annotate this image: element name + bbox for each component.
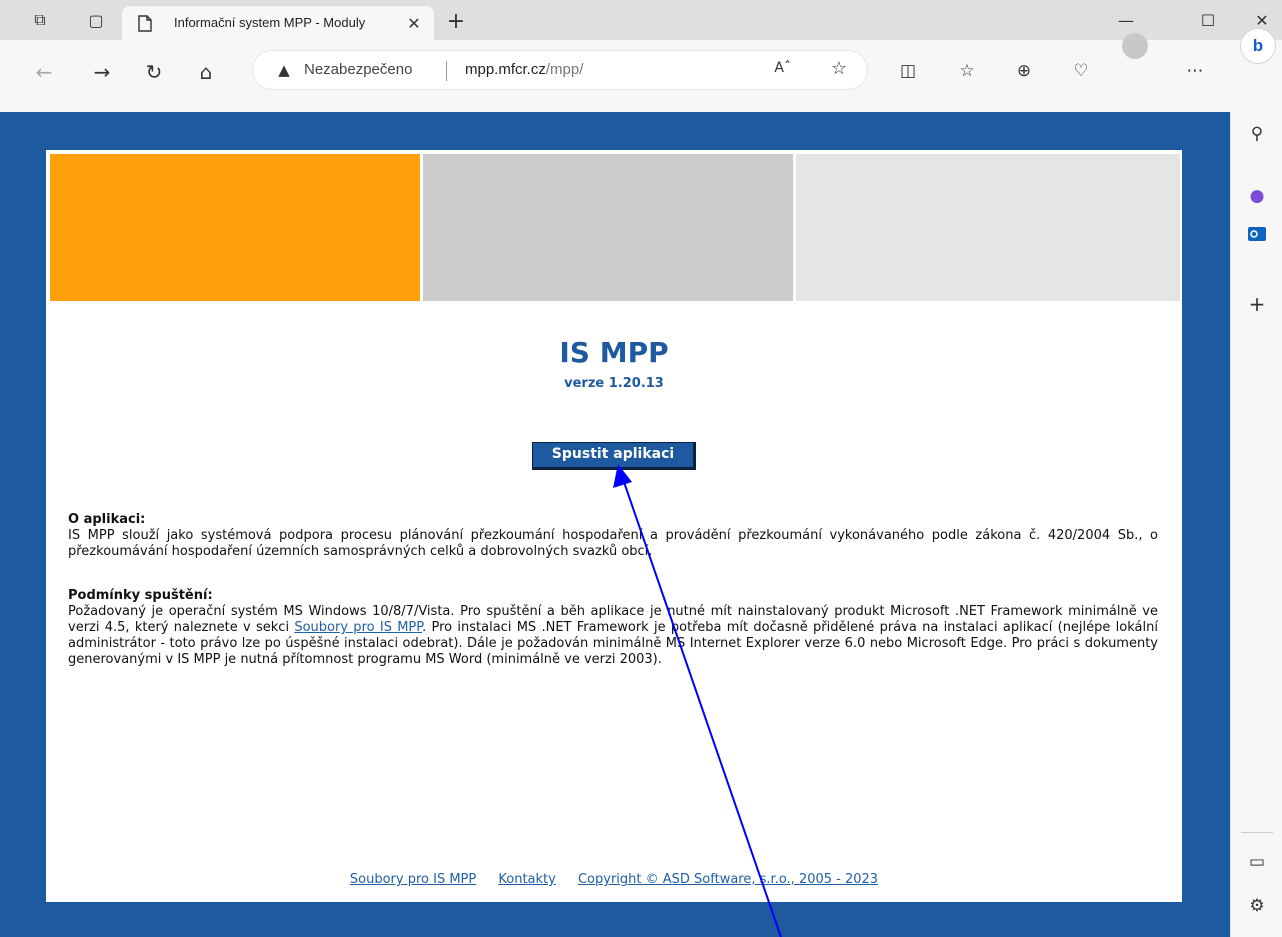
collections-icon[interactable]: ⊕ bbox=[1009, 56, 1039, 86]
sidebar-settings-icon[interactable]: ⚙ bbox=[1243, 892, 1271, 920]
address-separator bbox=[446, 61, 447, 81]
content-panel: IS MPP verze 1.20.13 Spustit aplikaci O … bbox=[46, 150, 1182, 902]
read-aloud-icon[interactable]: Aˆ bbox=[774, 60, 791, 76]
edge-sidebar: ⚲ ● + ▭ ⚙ bbox=[1230, 112, 1282, 937]
sidebar-separator bbox=[1241, 832, 1273, 833]
forward-icon[interactable]: → bbox=[86, 56, 118, 88]
tab-strip: ⧉ ▢ Informační system MPP - Moduly ✕ + —… bbox=[0, 0, 1282, 40]
back-icon[interactable]: ← bbox=[28, 56, 60, 88]
about-section: O aplikaci: IS MPP slouží jako systémová… bbox=[68, 512, 1158, 560]
url-path: /mpp/ bbox=[545, 61, 584, 78]
url-text[interactable]: mpp.mfcr.cz/mpp/ bbox=[465, 51, 583, 89]
requirements-section: Podmínky spuštění: Požadovaný je operačn… bbox=[68, 588, 1158, 668]
minimize-icon[interactable]: — bbox=[1104, 6, 1148, 34]
favorites-icon[interactable]: ☆ bbox=[952, 56, 982, 86]
page-viewport: IS MPP verze 1.20.13 Spustit aplikaci O … bbox=[0, 112, 1230, 937]
new-tab-icon[interactable]: + bbox=[442, 8, 470, 34]
home-icon[interactable]: ⌂ bbox=[190, 56, 222, 88]
light-banner-block bbox=[796, 154, 1180, 301]
address-bar[interactable]: ▲ Nezabezpečeno mpp.mfcr.cz/mpp/ Aˆ ☆ bbox=[252, 50, 868, 90]
footer-files-link[interactable]: Soubory pro IS MPP bbox=[350, 872, 476, 887]
url-host: mpp.mfcr.cz bbox=[465, 61, 546, 78]
maximize-icon[interactable]: ☐ bbox=[1186, 6, 1230, 34]
requirements-text: Požadovaný je operační systém MS Windows… bbox=[68, 604, 1158, 668]
orange-banner-block bbox=[50, 154, 420, 301]
app-title: IS MPP bbox=[559, 336, 669, 369]
about-heading: O aplikaci: bbox=[68, 512, 146, 527]
favorite-star-icon[interactable]: ☆ bbox=[831, 58, 847, 79]
outlook-icon[interactable] bbox=[1243, 220, 1271, 248]
browser-toolbar: ← → ↻ ⌂ ▲ Nezabezpečeno mpp.mfcr.cz/mpp/… bbox=[0, 28, 1282, 113]
add-sidebar-app-icon[interactable]: + bbox=[1243, 290, 1271, 318]
footer-copyright-link[interactable]: Copyright © ASD Software, s.r.o., 2005 -… bbox=[578, 872, 878, 887]
insecure-label[interactable]: Nezabezpečeno bbox=[304, 51, 412, 89]
run-application-button[interactable]: Spustit aplikaci bbox=[532, 442, 696, 470]
more-options-icon[interactable]: ⋯ bbox=[1180, 56, 1210, 86]
page-favicon-icon bbox=[136, 13, 154, 33]
app-version: verze 1.20.13 bbox=[564, 376, 664, 391]
files-link[interactable]: Soubory pro IS MPP bbox=[294, 620, 422, 635]
footer-contacts-link[interactable]: Kontakty bbox=[498, 872, 555, 887]
browser-tab[interactable]: Informační system MPP - Moduly ✕ bbox=[122, 6, 434, 40]
shopping-icon[interactable]: ● bbox=[1243, 182, 1271, 210]
tab-actions-icon[interactable]: ▢ bbox=[84, 8, 108, 32]
profile-avatar[interactable] bbox=[1122, 33, 1148, 59]
refresh-icon[interactable]: ↻ bbox=[138, 56, 170, 88]
close-tab-icon[interactable]: ✕ bbox=[404, 13, 424, 33]
split-screen-icon[interactable]: ◫ bbox=[893, 56, 923, 86]
browser-essentials-icon[interactable]: ♡ bbox=[1066, 56, 1096, 86]
gray-banner-block bbox=[423, 154, 793, 301]
bing-copilot-icon[interactable]: b bbox=[1240, 28, 1276, 64]
warning-icon[interactable]: ▲ bbox=[275, 61, 293, 79]
tab-title: Informační system MPP - Moduly bbox=[174, 15, 366, 30]
page-footer: Soubory pro IS MPP Kontakty Copyright © … bbox=[46, 872, 1182, 887]
workspaces-icon[interactable]: ⧉ bbox=[28, 8, 52, 32]
search-icon[interactable]: ⚲ bbox=[1243, 120, 1271, 148]
requirements-heading: Podmínky spuštění: bbox=[68, 588, 213, 603]
about-text: IS MPP slouží jako systémová podpora pro… bbox=[68, 528, 1158, 559]
hide-sidebar-icon[interactable]: ▭ bbox=[1243, 848, 1271, 876]
